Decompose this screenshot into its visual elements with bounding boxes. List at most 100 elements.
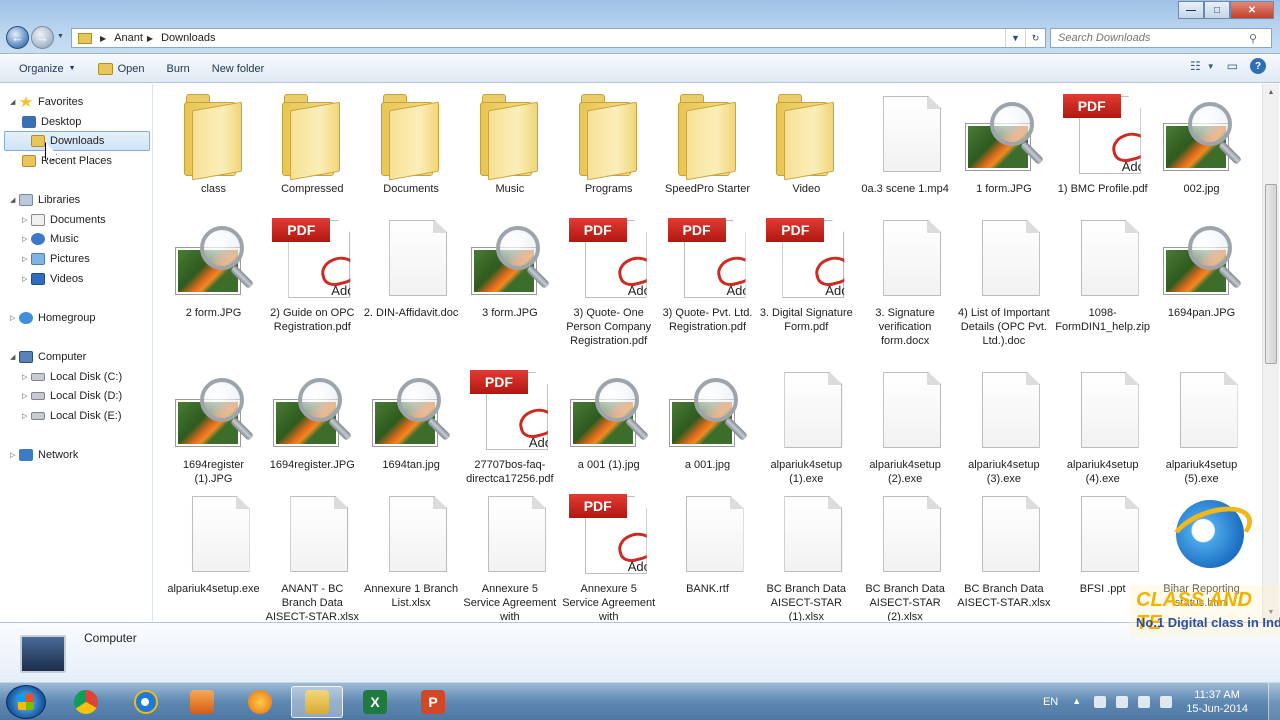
file-item[interactable]: 1 form.JPG bbox=[954, 90, 1053, 196]
file-item[interactable]: BC Branch Data AISECT-STAR (2).xlsx bbox=[856, 490, 955, 621]
sidebar-item-libraries[interactable]: ◢ Libraries bbox=[10, 190, 80, 210]
expand-icon[interactable]: ▷ bbox=[10, 314, 19, 322]
taskbar-app-orange[interactable] bbox=[234, 686, 286, 718]
taskbar-chrome[interactable] bbox=[60, 686, 112, 718]
file-item[interactable]: 4) List of Important Details (OPC Pvt. L… bbox=[954, 214, 1053, 348]
file-item[interactable]: Adobe PDF 3) Quote- Pvt. Ltd. Registration… bbox=[658, 214, 757, 334]
sidebar-item-disk-d[interactable]: ▷ Local Disk (D:) bbox=[22, 386, 122, 406]
file-item[interactable]: Adobe PDF 2) Guide on OPC Registration.pdf bbox=[263, 214, 362, 334]
preview-pane-icon[interactable]: ▭ bbox=[1227, 59, 1238, 73]
language-indicator[interactable]: EN bbox=[1043, 696, 1058, 708]
volume-icon[interactable] bbox=[1160, 696, 1173, 708]
sidebar-item-disk-e[interactable]: ▷ Local Disk (E:) bbox=[22, 406, 122, 426]
file-item[interactable]: 1694register.JPG bbox=[263, 366, 362, 472]
file-item[interactable]: 1694tan.jpg bbox=[362, 366, 461, 472]
search-box[interactable]: ⚲ bbox=[1050, 28, 1272, 48]
expand-icon[interactable]: ▷ bbox=[10, 451, 19, 459]
file-item[interactable]: 3. Signature verification form.docx bbox=[856, 214, 955, 348]
file-item[interactable]: BC Branch Data AISECT-STAR (1).xlsx bbox=[757, 490, 856, 621]
expand-icon[interactable]: ▷ bbox=[22, 373, 31, 381]
battery-icon[interactable] bbox=[1116, 696, 1129, 708]
clock[interactable]: 11:37 AM 15-Jun-2014 bbox=[1186, 688, 1248, 716]
collapse-icon[interactable]: ◢ bbox=[10, 98, 19, 106]
minimize-button[interactable]: — bbox=[1178, 1, 1204, 19]
search-icon[interactable]: ⚲ bbox=[1249, 32, 1257, 45]
flag-icon[interactable] bbox=[1094, 696, 1107, 708]
file-item[interactable]: alpariuk4setup (5).exe bbox=[1152, 366, 1251, 486]
sidebar-item-videos[interactable]: ▷ Videos bbox=[22, 269, 83, 289]
file-item[interactable]: alpariuk4setup (4).exe bbox=[1053, 366, 1152, 486]
chevron-right-icon[interactable]: ▶ bbox=[147, 34, 153, 43]
file-item[interactable]: Adobe PDF 3. Digital Signature Form.pdf bbox=[757, 214, 856, 334]
taskbar-internet-explorer[interactable] bbox=[120, 686, 172, 718]
forward-button[interactable]: → bbox=[31, 26, 54, 49]
sidebar-item-recent-places[interactable]: Recent Places bbox=[22, 151, 112, 171]
file-item[interactable]: BFSI .ppt bbox=[1053, 490, 1152, 596]
expand-icon[interactable]: ▷ bbox=[22, 235, 31, 243]
file-item[interactable]: Video bbox=[757, 90, 856, 196]
show-hidden-icons-icon[interactable]: ▲ bbox=[1072, 696, 1084, 708]
file-item[interactable]: alpariuk4setup (3).exe bbox=[954, 366, 1053, 486]
file-item[interactable]: alpariuk4setup.exe bbox=[164, 490, 263, 596]
sidebar-item-computer[interactable]: ◢ Computer bbox=[10, 347, 86, 367]
file-item[interactable]: alpariuk4setup (2).exe bbox=[856, 366, 955, 486]
file-item[interactable]: class bbox=[164, 90, 263, 196]
sidebar-item-documents[interactable]: ▷ Documents bbox=[22, 210, 106, 230]
expand-icon[interactable]: ▷ bbox=[22, 412, 31, 420]
file-item[interactable]: SpeedPro Starter bbox=[658, 90, 757, 196]
file-item[interactable]: Adobe PDF 3) Quote- One Person Company Reg… bbox=[559, 214, 658, 348]
recent-pages-dropdown[interactable]: ▼ bbox=[57, 33, 64, 40]
taskbar-powerpoint[interactable]: P bbox=[407, 686, 459, 718]
file-item[interactable]: alpariuk4setup (1).exe bbox=[757, 366, 856, 486]
expand-icon[interactable]: ▷ bbox=[22, 275, 31, 283]
taskbar-windows-explorer[interactable] bbox=[291, 686, 343, 718]
scroll-up-button[interactable]: ▲ bbox=[1263, 84, 1279, 101]
sidebar-item-music[interactable]: ▷ Music bbox=[22, 229, 79, 249]
vertical-scrollbar[interactable]: ▲ ▼ bbox=[1262, 84, 1279, 621]
sidebar-item-disk-c[interactable]: ▷ Local Disk (C:) bbox=[22, 367, 122, 387]
file-item[interactable]: BC Branch Data AISECT-STAR.xlsx bbox=[954, 490, 1053, 610]
sidebar-item-homegroup[interactable]: ▷ Homegroup bbox=[10, 308, 95, 328]
address-bar[interactable]: ▶ Anant ▶ Downloads ▼ ↻ bbox=[71, 28, 1046, 48]
show-desktop-button[interactable] bbox=[1268, 683, 1280, 720]
organize-button[interactable]: Organize ▼ bbox=[0, 58, 87, 80]
taskbar-media-player[interactable] bbox=[176, 686, 228, 718]
maximize-button[interactable]: □ bbox=[1204, 1, 1230, 19]
start-button[interactable] bbox=[6, 685, 46, 719]
file-item[interactable]: 2. DIN-Affidavit.doc bbox=[362, 214, 461, 320]
change-view-icon[interactable]: ☷ bbox=[1190, 59, 1201, 73]
file-item[interactable]: Adobe PDF 1) BMC Profile.pdf bbox=[1053, 90, 1152, 196]
refresh-button[interactable]: ↻ bbox=[1025, 29, 1045, 47]
collapse-icon[interactable]: ◢ bbox=[10, 196, 19, 204]
file-item[interactable]: 1694pan.JPG bbox=[1152, 214, 1251, 320]
file-item[interactable]: Adobe PDF 27707bos-faq-directca17256.pdf bbox=[460, 366, 559, 486]
sidebar-item-downloads[interactable]: Downloads bbox=[4, 131, 150, 151]
file-item[interactable]: 0a.3 scene 1.mp4 bbox=[856, 90, 955, 196]
file-item[interactable]: BANK.rtf bbox=[658, 490, 757, 596]
file-item[interactable]: a 001.jpg bbox=[658, 366, 757, 472]
back-button[interactable]: ← bbox=[6, 26, 29, 49]
chevron-right-icon[interactable]: ▶ bbox=[100, 34, 106, 43]
address-dropdown-button[interactable]: ▼ bbox=[1005, 29, 1025, 47]
breadcrumb-downloads[interactable]: Downloads bbox=[161, 32, 215, 44]
expand-icon[interactable]: ▷ bbox=[22, 392, 31, 400]
file-item[interactable]: ANANT - BC Branch Data AISECT-STAR.xlsx bbox=[263, 490, 362, 621]
expand-icon[interactable]: ▷ bbox=[22, 255, 31, 263]
file-item[interactable]: Annexure 1 Branch List.xlsx bbox=[362, 490, 461, 610]
search-input[interactable] bbox=[1051, 32, 1249, 44]
file-item[interactable]: 1694register (1).JPG bbox=[164, 366, 263, 486]
file-item[interactable]: Music bbox=[460, 90, 559, 196]
file-item[interactable]: Documents bbox=[362, 90, 461, 196]
breadcrumb-anant[interactable]: Anant bbox=[114, 32, 143, 44]
burn-button[interactable]: Burn bbox=[156, 58, 201, 80]
file-item[interactable]: 1098-FormDIN1_help.zip bbox=[1053, 214, 1152, 334]
file-item[interactable]: Annexure 5 Service Agreement with bbox=[460, 490, 559, 621]
help-icon[interactable]: ? bbox=[1250, 58, 1266, 74]
sidebar-item-desktop[interactable]: Desktop bbox=[22, 112, 81, 132]
network-tray-icon[interactable] bbox=[1138, 696, 1151, 708]
file-item[interactable]: Compressed bbox=[263, 90, 362, 196]
sidebar-item-network[interactable]: ▷ Network bbox=[10, 445, 78, 465]
taskbar-excel[interactable]: X bbox=[349, 686, 401, 718]
open-button[interactable]: Open bbox=[87, 58, 156, 80]
file-item[interactable]: a 001 (1).jpg bbox=[559, 366, 658, 472]
